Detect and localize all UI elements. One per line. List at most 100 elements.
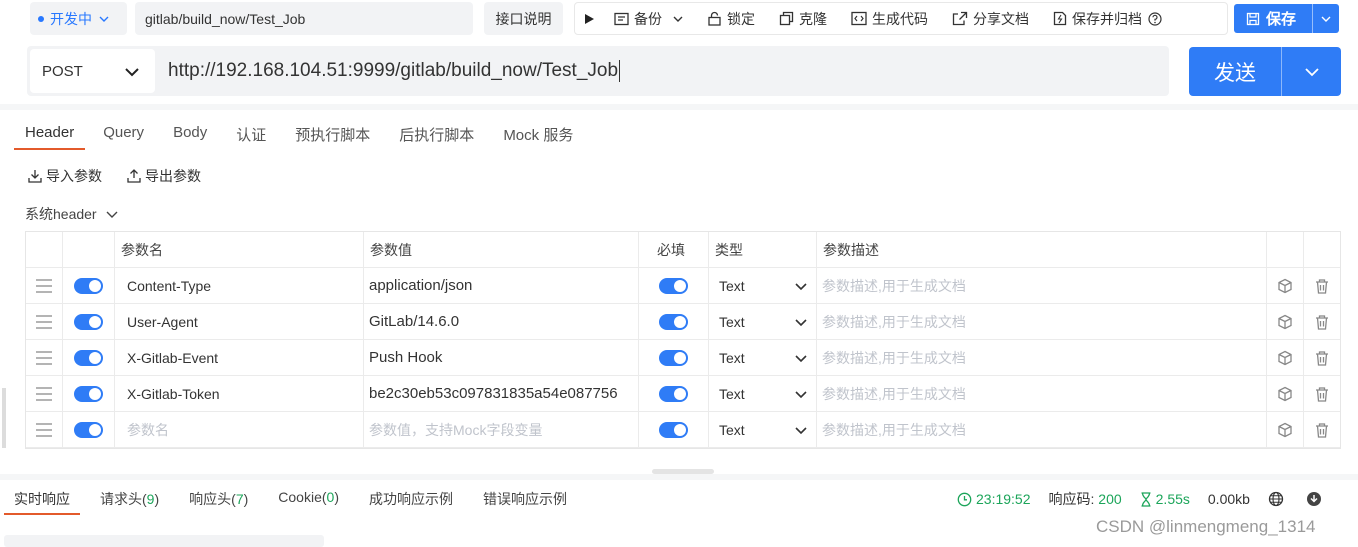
cube-icon	[1278, 278, 1292, 293]
param-desc-input[interactable]: 参数描述,用于生成文档	[817, 376, 1267, 411]
trash-icon	[1316, 386, 1328, 402]
save-button[interactable]: 保存	[1234, 4, 1339, 33]
toggle-switch[interactable]	[74, 421, 103, 438]
request-name-input[interactable]: gitlab/build_now/Test_Job	[135, 2, 473, 35]
required-toggle[interactable]	[639, 304, 709, 339]
type-select[interactable]: Text	[709, 340, 817, 375]
toggle-switch[interactable]	[659, 313, 688, 330]
save-dropdown[interactable]	[1313, 13, 1339, 25]
col-header-desc: 参数描述	[817, 232, 1267, 267]
required-toggle[interactable]	[639, 268, 709, 303]
tab-success-example[interactable]: 成功响应示例	[359, 486, 463, 515]
enable-toggle[interactable]	[63, 268, 115, 303]
param-desc-input[interactable]: 参数描述,用于生成文档	[817, 268, 1267, 303]
enable-toggle[interactable]	[63, 412, 115, 447]
tab-error-example[interactable]: 错误响应示例	[473, 486, 577, 515]
mock-button[interactable]	[1267, 376, 1304, 411]
required-toggle[interactable]	[639, 412, 709, 447]
param-value-value: GitLab/14.6.0	[369, 313, 460, 330]
side-resize-handle[interactable]	[2, 388, 6, 448]
toggle-switch[interactable]	[659, 421, 688, 438]
share-doc-button[interactable]: 分享文档	[952, 9, 1029, 29]
tab-pre-script[interactable]: 预执行脚本	[284, 120, 381, 150]
param-value-input[interactable]: 参数值，支持Mock字段变量	[364, 412, 639, 447]
param-desc-input[interactable]: 参数描述,用于生成文档	[817, 304, 1267, 339]
toggle-switch[interactable]	[659, 277, 688, 294]
delete-row-button[interactable]	[1304, 340, 1340, 375]
drag-handle[interactable]	[26, 340, 63, 375]
system-header-toggle[interactable]: 系统header	[25, 204, 119, 224]
tab-realtime-response[interactable]: 实时响应	[4, 486, 80, 515]
tab-request-headers[interactable]: 请求头(9)	[90, 486, 169, 515]
drag-handle[interactable]	[26, 304, 63, 339]
mock-button[interactable]	[1267, 412, 1304, 447]
param-value-input[interactable]: GitLab/14.6.0	[364, 304, 639, 339]
required-toggle[interactable]	[639, 376, 709, 411]
type-select[interactable]: Text	[709, 412, 817, 447]
drag-handle[interactable]	[26, 412, 63, 447]
save-archive-button[interactable]: 保存并归档	[1053, 9, 1142, 29]
delete-row-button[interactable]	[1304, 268, 1340, 303]
delete-row-button[interactable]	[1304, 376, 1340, 411]
clone-button[interactable]: 克隆	[779, 9, 827, 29]
tab-cookie[interactable]: Cookie(0)	[268, 486, 349, 515]
toggle-switch[interactable]	[74, 349, 103, 366]
enable-toggle[interactable]	[63, 304, 115, 339]
param-desc-input[interactable]: 参数描述,用于生成文档	[817, 340, 1267, 375]
tab-mock-service[interactable]: Mock 服务	[492, 120, 584, 150]
param-name-input[interactable]: X-Gitlab-Token	[115, 376, 364, 411]
run-button[interactable]	[583, 13, 600, 25]
tab-post-script[interactable]: 后执行脚本	[388, 120, 485, 150]
trash-icon	[1316, 350, 1328, 366]
import-params-button[interactable]: 导入参数	[27, 166, 102, 186]
tab-header[interactable]: Header	[14, 120, 86, 150]
help-button[interactable]	[1148, 11, 1167, 26]
generate-code-button[interactable]: 生成代码	[851, 9, 928, 29]
enable-toggle[interactable]	[63, 340, 115, 375]
backup-dropdown[interactable]	[672, 13, 689, 25]
tab-response-headers[interactable]: 响应头(7)	[179, 486, 258, 515]
param-value-input[interactable]: application/json	[364, 268, 639, 303]
mock-button[interactable]	[1267, 268, 1304, 303]
delete-row-button[interactable]	[1304, 412, 1340, 447]
download-button[interactable]	[1306, 491, 1326, 507]
toggle-switch[interactable]	[74, 277, 103, 294]
url-input[interactable]: http://192.168.104.51:9999/gitlab/build_…	[168, 46, 621, 96]
param-value-input[interactable]: Push Hook	[364, 340, 639, 375]
globe-button[interactable]	[1268, 491, 1288, 507]
drag-handle[interactable]	[26, 376, 63, 411]
send-button[interactable]: 发送	[1189, 47, 1341, 96]
tab-query[interactable]: Query	[92, 120, 155, 150]
mock-button[interactable]	[1267, 340, 1304, 375]
type-select[interactable]: Text	[709, 376, 817, 411]
drag-handle[interactable]	[26, 268, 63, 303]
toggle-switch[interactable]	[74, 385, 103, 402]
param-name-input[interactable]: X-Gitlab-Event	[115, 340, 364, 375]
save-button-main[interactable]: 保存	[1234, 4, 1312, 33]
toggle-switch[interactable]	[74, 313, 103, 330]
param-name-input[interactable]: User-Agent	[115, 304, 364, 339]
param-value-input[interactable]: be2c30eb53c097831835a54e087756	[364, 376, 639, 411]
required-toggle[interactable]	[639, 340, 709, 375]
response-tabs: 实时响应 请求头(9) 响应头(7) Cookie(0) 成功响应示例 错误响应…	[4, 486, 587, 515]
api-doc-button[interactable]: 接口说明	[484, 2, 563, 35]
tab-auth[interactable]: 认证	[225, 120, 277, 150]
delete-row-button[interactable]	[1304, 304, 1340, 339]
method-select[interactable]: POST	[30, 49, 155, 93]
mock-button[interactable]	[1267, 304, 1304, 339]
toggle-switch[interactable]	[659, 385, 688, 402]
lock-button[interactable]: 锁定	[707, 9, 755, 29]
backup-button[interactable]: 备份	[614, 9, 662, 29]
toggle-switch[interactable]	[659, 349, 688, 366]
environment-selector[interactable]: 开发中	[30, 2, 127, 35]
tab-body[interactable]: Body	[162, 120, 218, 150]
param-name-input[interactable]: 参数名	[115, 412, 364, 447]
send-dropdown[interactable]	[1282, 63, 1341, 81]
type-select[interactable]: Text	[709, 268, 817, 303]
param-name-input[interactable]: Content-Type	[115, 268, 364, 303]
export-params-button[interactable]: 导出参数	[126, 166, 201, 186]
param-desc-input[interactable]: 参数描述,用于生成文档	[817, 412, 1267, 447]
enable-toggle[interactable]	[63, 376, 115, 411]
chevron-down-icon	[99, 16, 109, 22]
type-select[interactable]: Text	[709, 304, 817, 339]
